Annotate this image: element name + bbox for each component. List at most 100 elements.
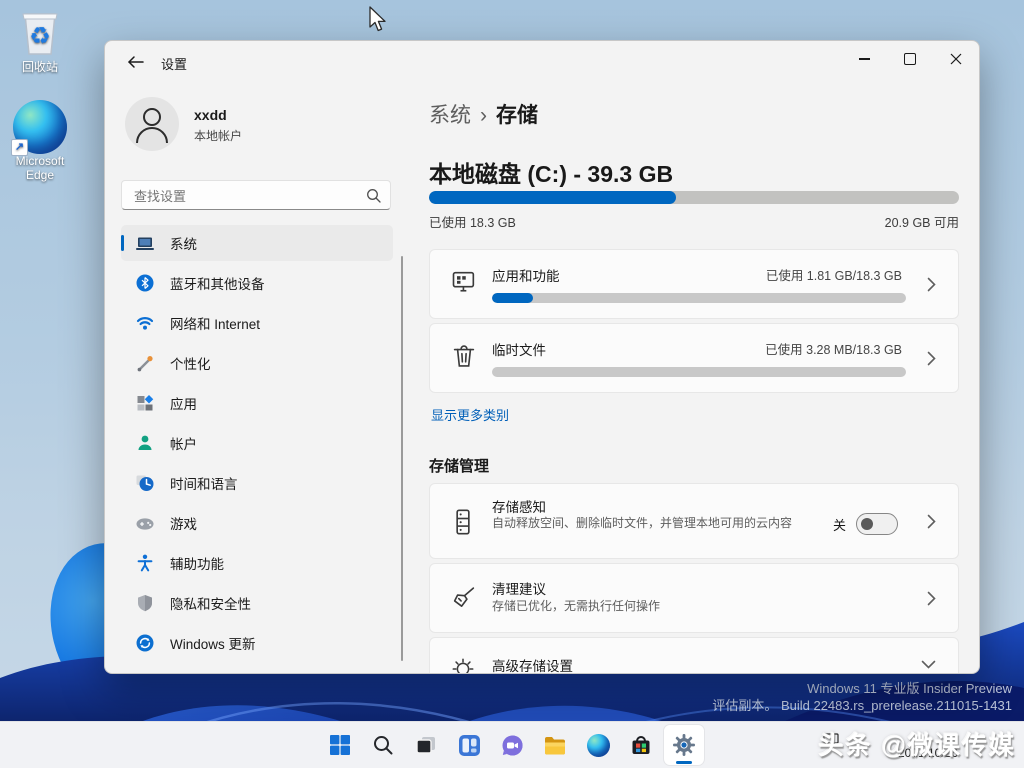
disk-used-label: 已使用 18.3 GB [429,212,516,231]
show-more-link[interactable]: 显示更多类别 [431,405,509,424]
card-temp-files[interactable]: 临时文件 已使用 3.28 MB/18.3 GB [429,323,959,393]
taskbar-settings-button[interactable] [664,725,704,765]
desktop-icon-label: Microsoft Edge [1,154,79,182]
card-title: 高级存储设置 [492,655,573,674]
sidebar-item-label: 游戏 [170,513,197,533]
back-button[interactable] [121,49,151,75]
main-pane: 系统›存储 本地磁盘 (C:) - 39.3 GB 已使用 18.3 GB 20… [429,41,959,673]
apps-icon [135,393,155,413]
wifi-icon [135,313,155,333]
search-icon [366,188,381,203]
search-input[interactable] [132,182,356,210]
sidebar-item-bluetooth-devices[interactable]: 蓝牙和其他设备 [121,265,393,301]
taskbar-start-button[interactable] [320,725,360,765]
mouse-cursor [368,6,388,34]
chevron-right-icon [927,351,936,366]
accessibility-icon [135,553,155,573]
clock-icon [135,473,155,493]
sidebar-item-accessibility[interactable]: 辅助功能 [121,545,393,581]
sidebar-item-label: 辅助功能 [170,553,224,573]
sidebar-item-label: 蓝牙和其他设备 [170,273,265,293]
search-box[interactable] [121,180,391,210]
card-title: 临时文件 [492,339,546,359]
disk-title: 本地磁盘 (C:) - 39.3 GB [429,155,673,189]
edge-icon [587,734,610,757]
desktop-icon-label: 回收站 [1,58,79,75]
sidebar-item-gaming[interactable]: 游戏 [121,505,393,541]
toggle-knob [861,518,873,530]
sidebar-item-network-internet[interactable]: 网络和 Internet [121,305,393,341]
breadcrumb-separator: › [480,104,487,127]
sidebar-nav: 系统 蓝牙和其他设备 网络和 Internet 个性化 应用 帐户 时间和语言 [121,225,393,665]
trash-icon [450,342,478,370]
apps-usage-bar [492,293,906,303]
taskbar-file-explorer-button[interactable] [535,725,575,765]
svg-text:♻: ♻ [29,23,51,50]
card-apps-features[interactable]: 应用和功能 已使用 1.81 GB/18.3 GB [429,249,959,319]
taskbar-store-button[interactable] [621,725,661,765]
insider-watermark: Windows 11 专业版 Insider Preview 评估副本。 Bui… [712,680,1012,714]
chevron-right-icon [927,277,936,292]
gear-icon [450,656,476,674]
chevron-right-icon [927,591,936,606]
chevron-right-icon [927,514,936,529]
sidebar-item-system[interactable]: 系统 [121,225,393,261]
creator-watermark: 头条 @微课传媒 [819,726,1016,762]
disk-free-label: 20.9 GB 可用 [885,212,959,231]
taskbar-center [320,725,704,765]
windows-logo-icon [329,734,351,756]
sidebar-item-label: 系统 [170,233,197,253]
taskbar-edge-button[interactable] [578,725,618,765]
sidebar-item-personalization[interactable]: 个性化 [121,345,393,381]
sidebar-item-time-language[interactable]: 时间和语言 [121,465,393,501]
sidebar-item-label: 应用 [170,393,197,413]
card-usage: 已使用 3.28 MB/18.3 GB [765,339,902,358]
disk-usage-fill [429,191,676,204]
user-name: xxdd [194,107,227,123]
taskbar-search-button[interactable] [363,725,403,765]
sidebar-item-accounts[interactable]: 帐户 [121,425,393,461]
breadcrumb: 系统›存储 [429,99,538,129]
card-usage: 已使用 1.81 GB/18.3 GB [766,265,902,284]
sidebar-scrollbar[interactable] [401,256,403,661]
widgets-icon [458,734,481,757]
apps-usage-fill [492,293,533,303]
desktop-icon-edge[interactable]: ↗ Microsoft Edge [1,100,79,182]
taskbar-task-view-button[interactable] [406,725,446,765]
apps-monitor-icon [450,268,478,296]
recycle-bin-icon: ♻ [17,10,63,58]
card-title: 应用和功能 [492,265,560,285]
taskbar-widgets-button[interactable] [449,725,489,765]
laptop-icon [135,233,155,253]
desktop-icon-recycle-bin[interactable]: ♻ 回收站 [1,10,79,75]
broom-icon [450,584,478,612]
avatar[interactable] [125,97,179,151]
bluetooth-icon [135,273,155,293]
user-account-type: 本地帐户 [194,127,242,144]
storage-sense-toggle[interactable] [856,513,898,535]
toggle-state-label: 关 [833,515,846,534]
card-title: 清理建议 [492,578,546,598]
sidebar-item-apps[interactable]: 应用 [121,385,393,421]
sidebar-item-label: 网络和 Internet [170,313,260,333]
storage-sense-icon [450,508,476,536]
file-explorer-icon [543,733,567,757]
person-icon [125,97,179,151]
settings-window: 设置 xxdd 本地帐户 系统 蓝牙和其他设备 网络和 [104,40,980,674]
settings-gear-icon [672,733,696,757]
shortcut-arrow-icon: ↗ [11,139,28,156]
taskbar-chat-button[interactable] [492,725,532,765]
temp-usage-bar [492,367,906,377]
breadcrumb-parent[interactable]: 系统 [429,104,471,127]
sidebar-item-windows-update[interactable]: Windows 更新 [121,625,393,661]
card-cleanup-recommendations[interactable]: 清理建议 存储已优化，无需执行任何操作 [429,563,959,633]
sidebar-item-label: Windows 更新 [170,633,256,653]
store-icon [629,733,653,757]
card-advanced-storage[interactable]: 高级存储设置 [429,637,959,674]
sidebar-item-privacy-security[interactable]: 隐私和安全性 [121,585,393,621]
card-desc: 自动释放空间、删除临时文件，并管理本地可用的云内容 [492,515,792,531]
edge-icon: ↗ [13,100,67,154]
card-storage-sense[interactable]: 存储感知 自动释放空间、删除临时文件，并管理本地可用的云内容 关 [429,483,959,559]
brush-icon [135,353,155,373]
card-title: 存储感知 [492,496,546,516]
